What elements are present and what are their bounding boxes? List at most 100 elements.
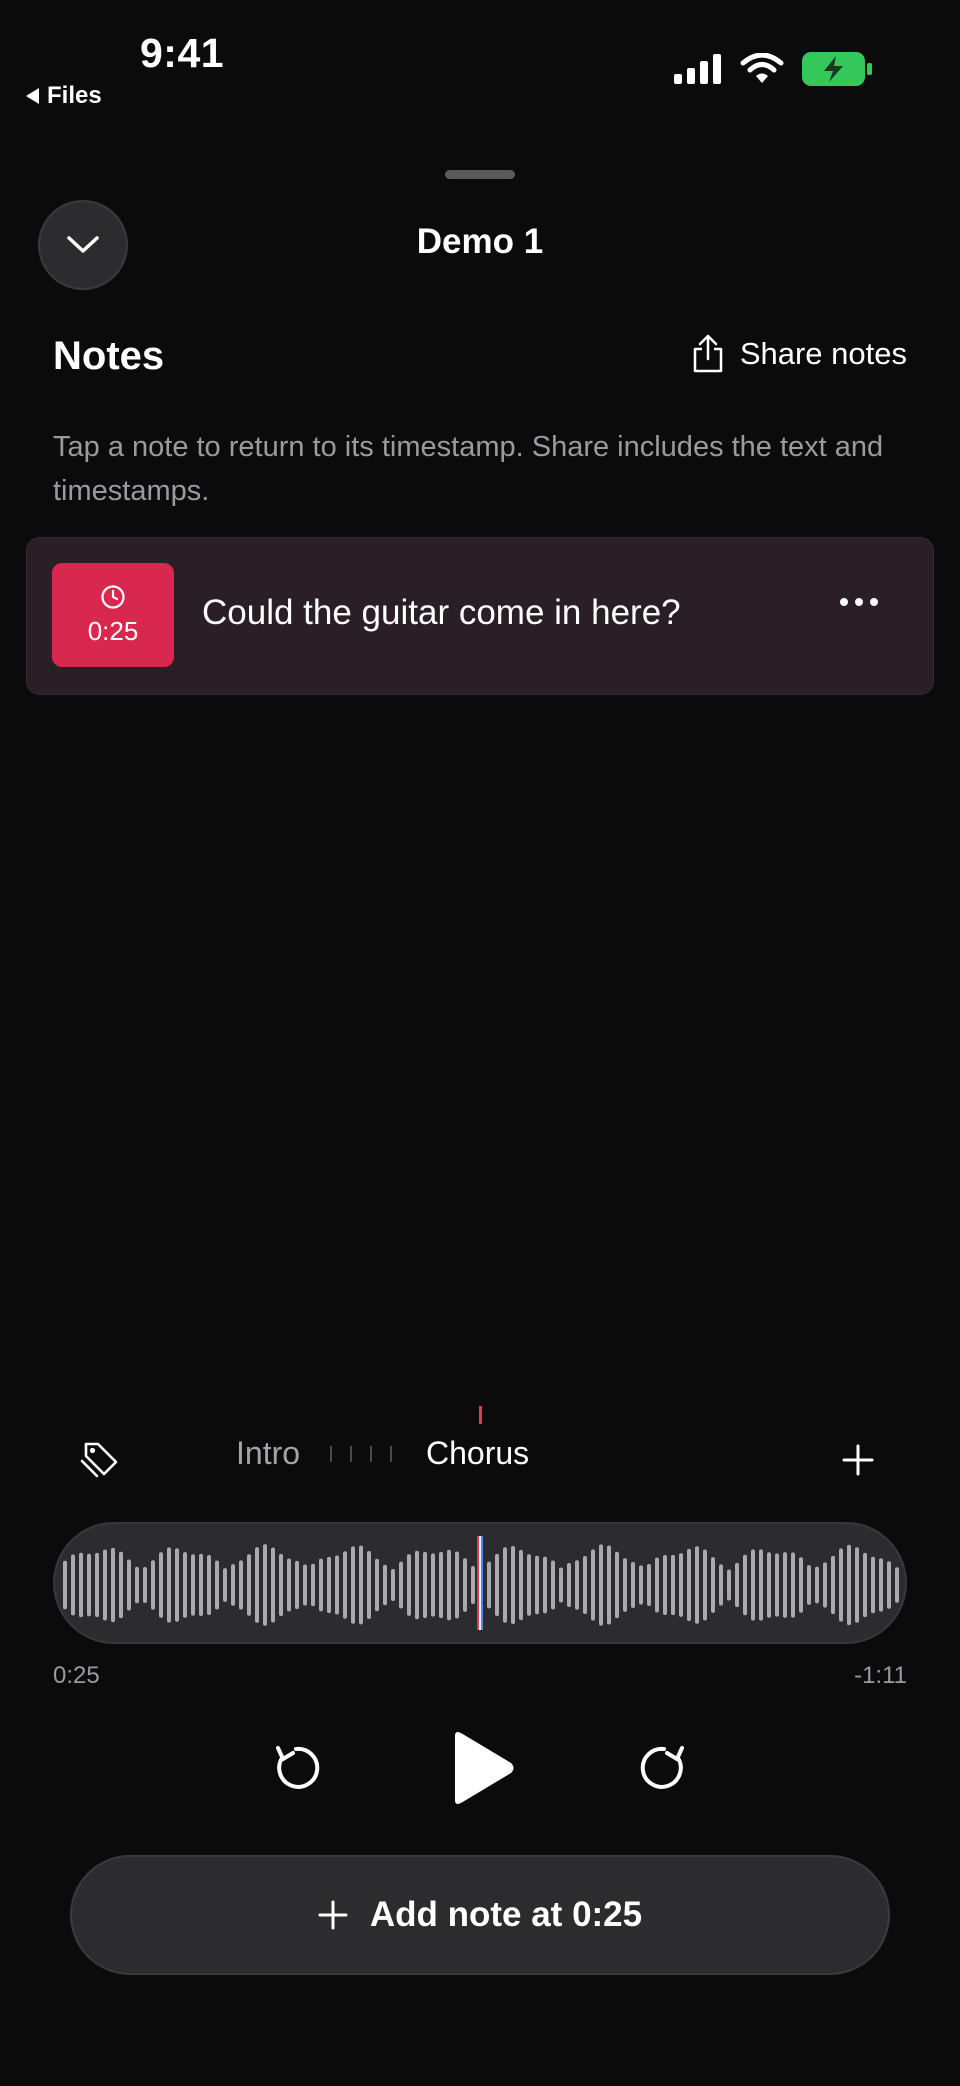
ellipsis-dot-icon	[870, 598, 878, 606]
share-icon	[693, 334, 723, 373]
add-note-button[interactable]: Add note at 0:25	[70, 1855, 890, 1975]
waveform-bar	[431, 1553, 435, 1617]
waveform-bar	[303, 1564, 307, 1606]
waveform-bar	[367, 1550, 371, 1620]
waveform-bar	[623, 1558, 627, 1612]
waveform-bar	[839, 1548, 843, 1622]
wifi-icon	[740, 53, 784, 83]
waveform-bar	[135, 1566, 139, 1604]
note-timestamp-badge[interactable]: 0:25	[52, 563, 174, 667]
waveform-bar	[215, 1560, 219, 1610]
marker-scrubber-ticks	[330, 1446, 392, 1462]
waveform-bar	[847, 1544, 851, 1626]
waveform-bar	[591, 1549, 595, 1621]
waveform-bar	[543, 1556, 547, 1614]
waveform-bar	[247, 1554, 251, 1616]
waveform-bar	[423, 1551, 427, 1619]
note-more-button[interactable]	[840, 598, 878, 606]
waveform-bar	[551, 1560, 555, 1610]
recording-title: Demo 1	[416, 222, 544, 261]
waveform-bar	[271, 1547, 275, 1623]
add-note-label: Add note at 0:25	[369, 1895, 643, 1934]
waveform-bar	[671, 1554, 675, 1616]
waveform-bar	[159, 1552, 163, 1618]
waveform-bar	[143, 1567, 147, 1603]
waveform-bar	[607, 1545, 611, 1625]
marker-chorus[interactable]: Chorus	[426, 1435, 529, 1472]
waveform-bar	[719, 1564, 723, 1606]
plus-icon	[318, 1900, 348, 1930]
waveform-bar	[279, 1553, 283, 1617]
waveform-bar	[631, 1562, 635, 1608]
waveform-bar	[735, 1562, 739, 1608]
waveform-bar	[767, 1552, 771, 1618]
waveform-bar	[559, 1567, 563, 1603]
playhead[interactable]	[477, 1536, 483, 1630]
battery-charging-icon	[802, 52, 872, 86]
waveform-bar	[871, 1556, 875, 1614]
tag-button[interactable]	[78, 1436, 122, 1485]
waveform-bar	[151, 1560, 155, 1610]
waveform-bar	[399, 1561, 403, 1609]
add-marker-button[interactable]	[842, 1444, 874, 1481]
waveform-bar	[639, 1565, 643, 1605]
waveform-bar	[775, 1553, 779, 1617]
ellipsis-dot-icon	[855, 598, 863, 606]
sheet-grabber[interactable]	[445, 170, 515, 179]
playhead-marker-tick	[479, 1406, 482, 1424]
waveform-bar	[863, 1552, 867, 1618]
waveform-bar	[103, 1549, 107, 1621]
waveform-bar	[815, 1566, 819, 1604]
waveform-bar	[615, 1551, 619, 1619]
play-icon	[455, 1732, 514, 1804]
cellular-signal-icon	[674, 54, 721, 84]
waveform-bar	[535, 1555, 539, 1615]
waveform-bar	[327, 1556, 331, 1614]
waveform-bar	[183, 1552, 187, 1618]
waveform-bar	[287, 1558, 291, 1612]
waveform-bar	[415, 1550, 419, 1620]
waveform-bar	[127, 1559, 131, 1611]
waveform-bar	[311, 1563, 315, 1607]
plus-icon	[842, 1444, 874, 1476]
waveform-bar	[743, 1554, 747, 1616]
waveform-bar	[575, 1560, 579, 1610]
share-notes-button[interactable]: Share notes	[692, 334, 907, 374]
waveform-bar	[359, 1545, 363, 1625]
waveform-bar	[759, 1549, 763, 1621]
waveform-bar	[751, 1549, 755, 1621]
waveform-bar	[119, 1551, 123, 1619]
back-triangle-icon	[26, 88, 39, 104]
waveform-bar	[895, 1567, 899, 1603]
marker-intro[interactable]: Intro	[236, 1435, 300, 1472]
waveform-bar	[391, 1569, 395, 1601]
waveform-bar	[647, 1563, 651, 1607]
waveform-bar	[407, 1554, 411, 1616]
back-to-files-button[interactable]: Files	[26, 82, 102, 110]
clock-icon	[101, 584, 125, 609]
waveform-bar	[879, 1558, 883, 1612]
waveform-bar	[351, 1546, 355, 1624]
waveform-bar	[663, 1555, 667, 1615]
waveform-bar	[223, 1568, 227, 1602]
waveform-bar	[831, 1555, 835, 1615]
waveform-bar	[495, 1553, 499, 1617]
waveform-bar	[231, 1564, 235, 1606]
waveform-bar	[519, 1549, 523, 1621]
rewind-button[interactable]	[268, 1740, 324, 1801]
waveform-bar	[823, 1562, 827, 1608]
elapsed-time: 0:25	[53, 1662, 100, 1689]
waveform-bar	[503, 1547, 507, 1623]
waveform-bar	[511, 1545, 515, 1625]
waveform-bar	[463, 1558, 467, 1612]
forward-button[interactable]	[636, 1740, 692, 1801]
rewind-icon	[276, 1746, 320, 1789]
forward-icon	[640, 1746, 684, 1789]
waveform-bar	[471, 1566, 475, 1604]
waveform-bar	[375, 1558, 379, 1612]
waveform-bar	[79, 1552, 83, 1618]
play-button[interactable]	[447, 1730, 517, 1811]
notes-help-text: Tap a note to return to its timestamp. S…	[53, 431, 884, 507]
waveform-bar	[95, 1552, 99, 1618]
tags-icon	[80, 1442, 118, 1478]
